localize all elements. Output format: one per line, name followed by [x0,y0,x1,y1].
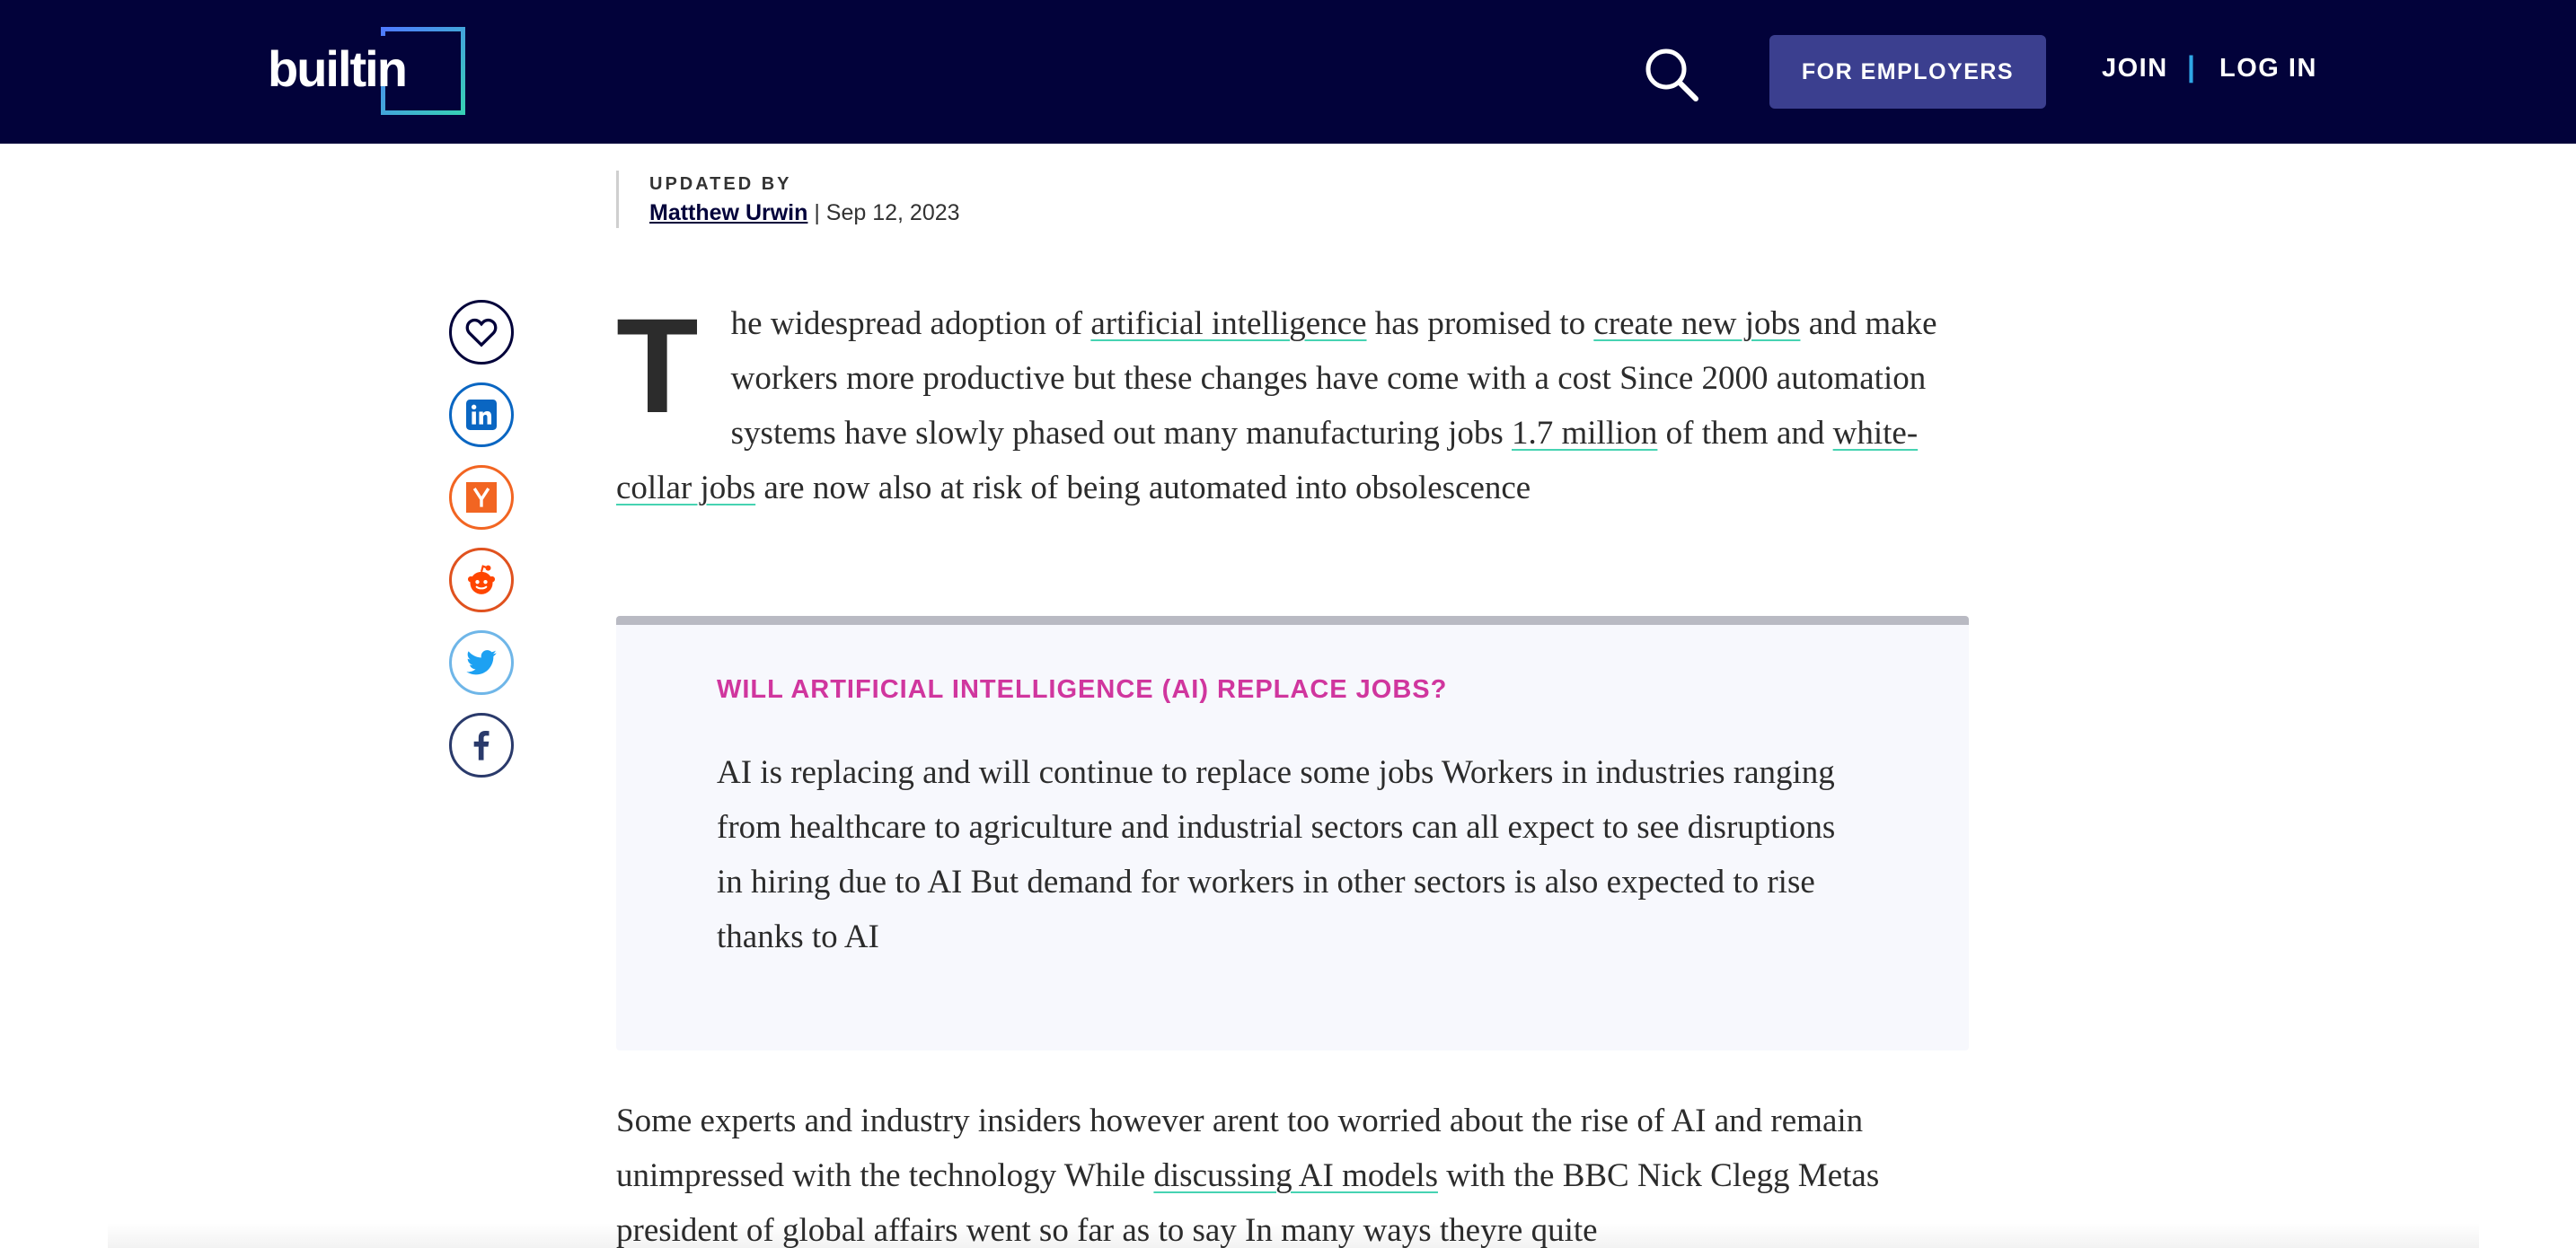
inline-link[interactable]: create new jobs [1593,305,1800,342]
share-facebook-button[interactable] [449,713,514,778]
text-run: he widespread adoption of [730,305,1091,342]
text-run: of them and [1657,415,1833,452]
site-header: builtin FOR EMPLOYERS JOIN | LOG IN [0,0,2576,144]
heart-icon [465,318,498,347]
search-button[interactable] [1642,45,1699,102]
join-link[interactable]: JOIN [2102,54,2168,83]
inline-link[interactable]: discussing AI models [1153,1157,1438,1194]
text-run: has promised to [1366,305,1594,342]
intro-paragraph: he widespread adoption of artificial int… [616,296,1972,515]
logo-text: builtin [268,40,408,97]
reddit-icon [468,565,495,594]
share-reddit-button[interactable] [449,548,514,612]
share-twitter-button[interactable] [449,630,514,695]
login-link[interactable]: LOG IN [2219,54,2317,83]
linkedin-icon [466,400,497,430]
search-icon [1645,48,1698,101]
byline-row: Matthew Urwin | Sep 12, 2023 [649,200,960,226]
share-linkedin-button[interactable] [449,382,514,447]
facebook-icon [473,731,490,760]
inline-link[interactable]: artificial intelligence [1090,305,1366,342]
inline-link[interactable]: 1.7 million [1512,415,1657,452]
save-article-button[interactable] [449,300,514,365]
publish-date: Sep 12, 2023 [825,200,960,225]
key-takeaway-callout: WILL ARTIFICIAL INTELLIGENCE (AI) REPLAC… [616,616,1969,1050]
article-body: T he widespread adoption of artificial i… [616,296,1972,515]
nav-separator: | [2187,50,2195,83]
bottom-shadow [108,1223,2479,1248]
byline-label: UPDATED BY [649,174,792,194]
callout-text: AI is replacing and will continue to rep… [717,754,1836,955]
share-hacker-news-button[interactable] [449,465,514,530]
byline-separator: | [807,200,826,225]
text-run: are now also at risk of being automated … [755,470,1531,506]
callout-title: WILL ARTIFICIAL INTELLIGENCE (AI) REPLAC… [717,675,1448,704]
hacker-news-icon [466,482,497,513]
for-employers-button[interactable]: FOR EMPLOYERS [1769,35,2046,109]
drop-cap: T [616,290,699,441]
builtin-logo[interactable]: builtin [268,27,474,117]
author-link[interactable]: Matthew Urwin [649,200,807,225]
byline: UPDATED BY Matthew Urwin | Sep 12, 2023 [616,171,960,228]
twitter-icon [466,650,497,675]
